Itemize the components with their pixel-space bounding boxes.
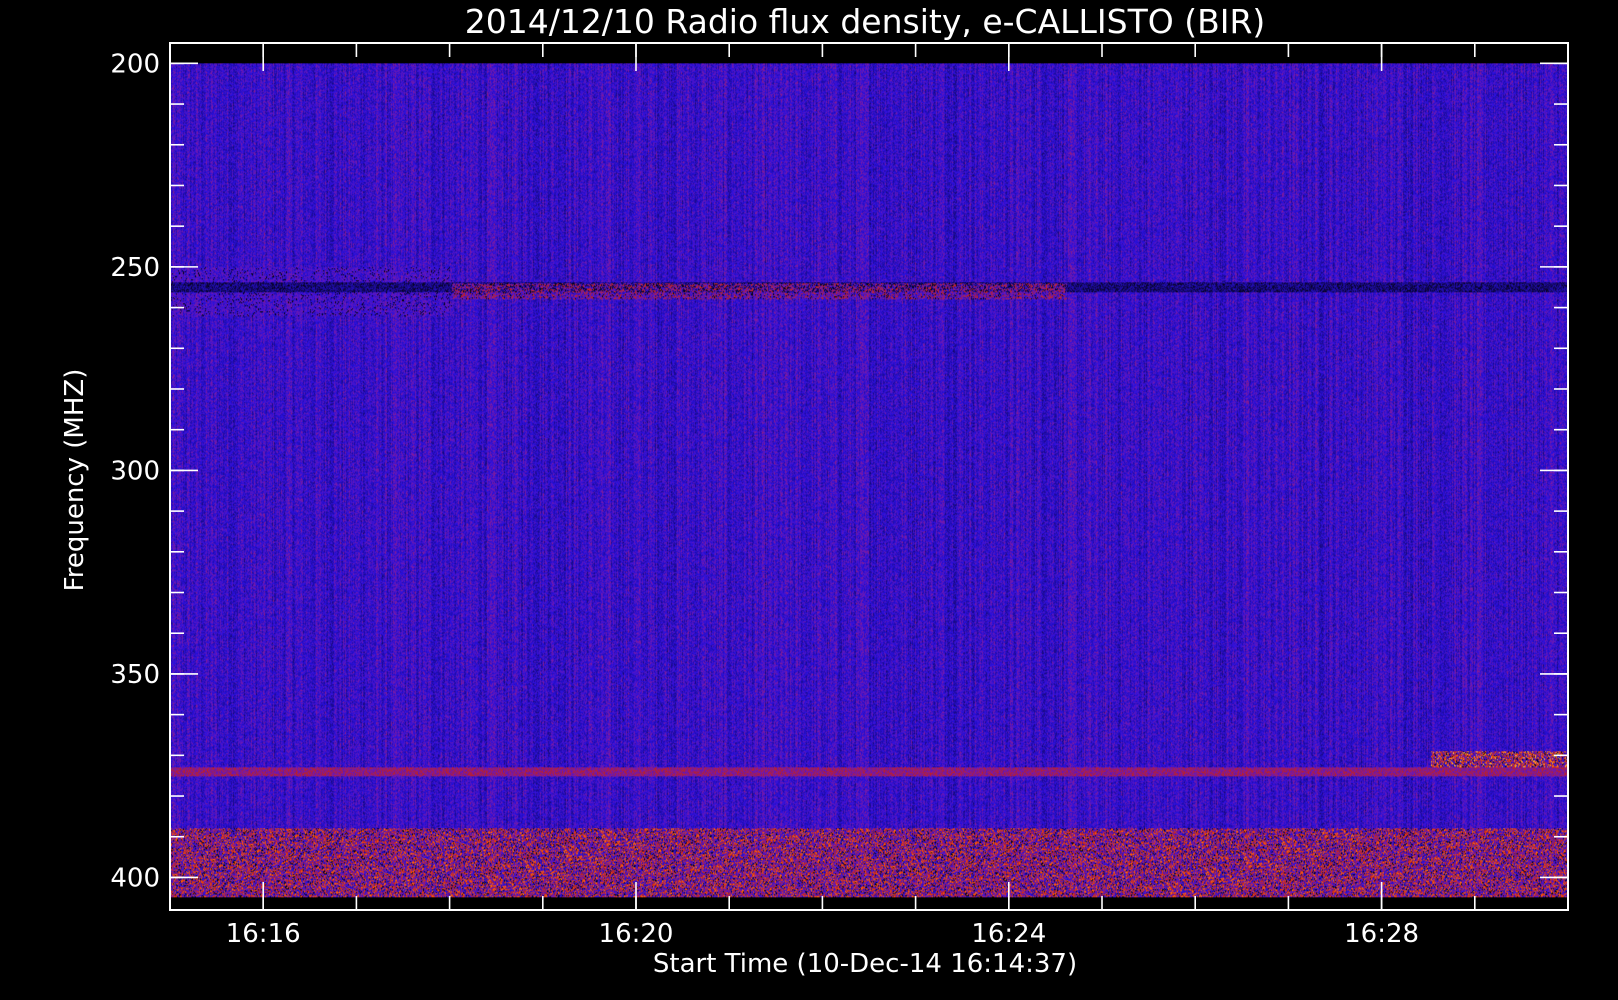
x-tick-label: 16:28: [1344, 919, 1419, 949]
x-tick-label: 16:24: [971, 919, 1046, 949]
x-tick-label: 16:16: [226, 919, 301, 949]
y-tick-label: 400: [110, 863, 160, 893]
spectrogram-image: [170, 63, 1568, 898]
x-tick-label: 16:20: [599, 919, 674, 949]
y-tick-label: 250: [110, 253, 160, 283]
y-axis-label: Frequency (MHZ): [60, 369, 90, 592]
chart-title: 2014/12/10 Radio flux density, e-CALLIST…: [465, 2, 1266, 41]
plot-area: [170, 63, 1568, 898]
spectrogram-chart: 2014/12/10 Radio flux density, e-CALLIST…: [0, 0, 1618, 1000]
y-tick-label: 350: [110, 660, 160, 690]
y-tick-label: 200: [110, 49, 160, 79]
x-axis-label: Start Time (10-Dec-14 16:14:37): [653, 949, 1077, 979]
y-tick-label: 300: [110, 456, 160, 486]
